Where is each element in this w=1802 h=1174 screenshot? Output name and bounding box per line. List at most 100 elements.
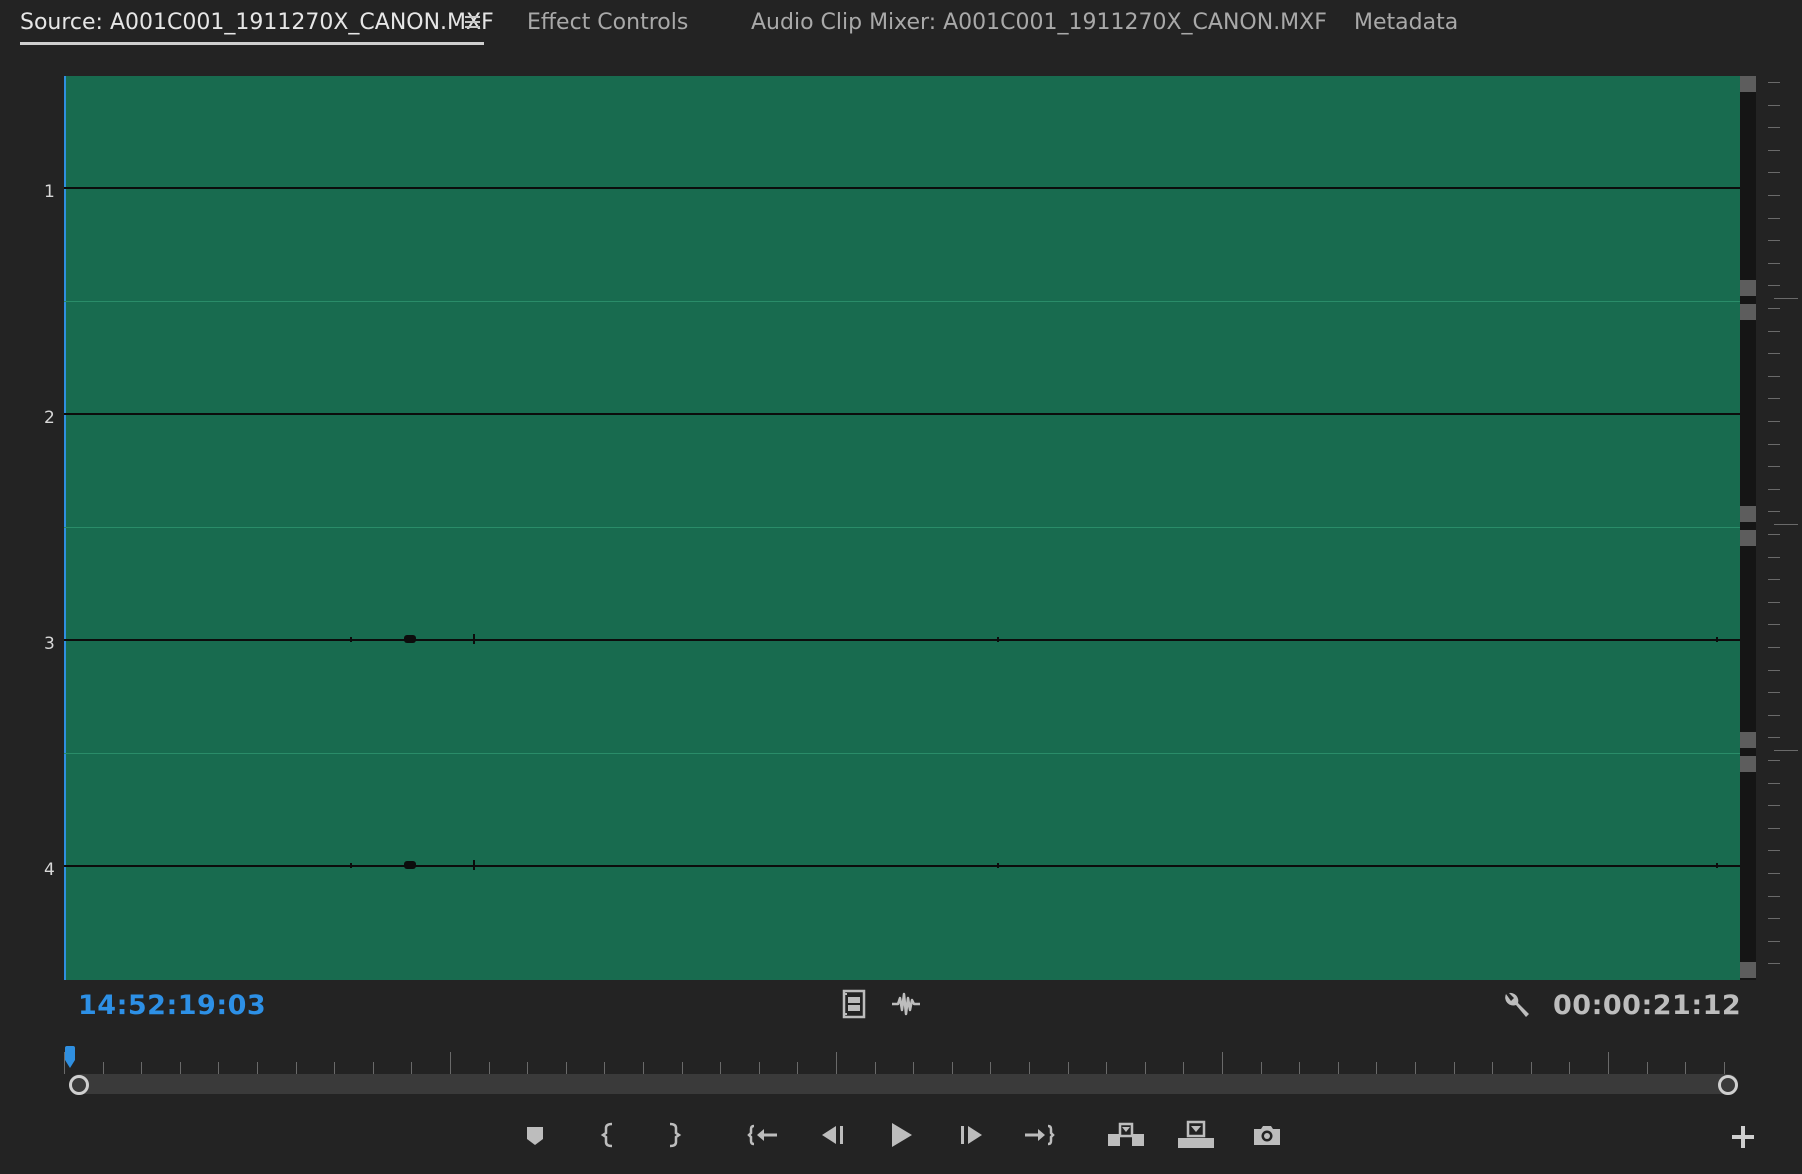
current-timecode[interactable]: 14:52:19:03 [78,990,266,1021]
ruler-tick [759,1062,760,1074]
channel-1-waveform [64,187,1740,189]
ruler-tick [1724,1062,1725,1074]
scale-tick [1768,376,1780,377]
time-ruler[interactable] [64,1044,1740,1074]
scale-tick [1768,331,1780,332]
scale-tick [1768,647,1780,648]
scale-tick [1768,466,1780,467]
overwrite-button[interactable] [1176,1118,1214,1152]
scale-tick [1768,511,1780,512]
mark-in-icon [600,1122,613,1148]
scale-tick [1768,195,1780,196]
scale-tick [1768,896,1780,897]
channel-divider [64,753,1740,754]
audio-waveform-display[interactable] [64,76,1740,980]
scale-tick [1768,850,1780,851]
add-marker-button[interactable] [518,1118,552,1152]
ruler-tick [952,1062,953,1074]
scale-tick [1774,298,1798,299]
waveform-peak [1716,637,1718,642]
vertical-zoom-scrollbar[interactable] [1740,76,1756,980]
export-frame-button[interactable] [1250,1118,1284,1152]
zoom-start-handle[interactable] [69,1075,89,1095]
go-to-out-button[interactable] [1022,1118,1056,1152]
ruler-tick [1531,1062,1532,1074]
scale-tick [1768,308,1780,309]
waveform-peak [997,637,999,642]
scale-tick [1768,737,1780,738]
scale-tick [1768,489,1780,490]
amplitude-scale [1756,76,1802,980]
ruler-tick [1569,1062,1570,1074]
hamburger-menu-icon[interactable] [464,13,482,31]
scale-tick [1768,873,1780,874]
scroll-handle[interactable] [1740,756,1756,772]
scale-tick [1768,783,1780,784]
step-forward-icon [961,1126,982,1144]
scroll-handle[interactable] [1740,530,1756,546]
insert-icon [1108,1122,1144,1146]
ruler-tick [527,1062,528,1074]
ruler-tick [141,1062,142,1074]
scale-tick [1768,624,1780,625]
waveform-peak [350,637,352,642]
scale-tick [1768,353,1780,354]
ruler-tick [720,1062,721,1074]
scale-tick [1768,398,1780,399]
scale-tick [1768,263,1780,264]
go-to-in-button[interactable] [746,1118,780,1152]
zoom-scroll-bar[interactable] [70,1074,1738,1094]
marker-icon [527,1127,543,1145]
ruler-tick [296,1062,297,1074]
audio-waveform-icon[interactable] [890,988,922,1020]
channel-labels: 1 2 3 4 [0,76,64,980]
ruler-tick [797,1062,798,1074]
channel-label: 2 [44,408,55,428]
insert-button[interactable] [1106,1118,1144,1152]
step-back-button[interactable] [816,1118,850,1152]
zoom-end-handle[interactable] [1718,1075,1738,1095]
scale-tick [1768,444,1780,445]
film-strip-icon[interactable] [838,988,870,1020]
tab-source[interactable]: Source: A001C001_1911270X_CANON.MXF [20,10,494,36]
mark-out-button[interactable] [656,1118,690,1152]
panel-tab-bar: Source: A001C001_1911270X_CANON.MXF Effe… [0,0,1802,46]
waveform-peak [473,860,475,870]
scroll-handle[interactable] [1740,506,1756,522]
scale-tick [1768,150,1780,151]
playhead-line [64,76,66,980]
ruler-tick [643,1062,644,1074]
play-button[interactable] [884,1118,918,1152]
tab-audio-clip-mixer[interactable]: Audio Clip Mixer: A001C001_1911270X_CANO… [751,10,1327,36]
channel-divider [64,301,1740,302]
ruler-tick [1454,1062,1455,1074]
scroll-handle[interactable] [1740,732,1756,748]
ruler-tick [836,1052,837,1074]
ruler-tick [1145,1062,1146,1074]
scale-tick [1768,941,1780,942]
scale-tick [1768,534,1780,535]
mark-in-button[interactable] [592,1118,626,1152]
wrench-icon[interactable] [1500,990,1532,1022]
channel-label: 1 [44,182,55,202]
scroll-handle[interactable] [1740,962,1756,978]
ruler-tick [1608,1052,1609,1074]
step-back-icon [822,1126,843,1144]
ruler-tick [1106,1062,1107,1074]
step-forward-button[interactable] [954,1118,988,1152]
source-monitor-panel: Source: A001C001_1911270X_CANON.MXF Effe… [0,0,1802,1174]
playhead-marker[interactable] [64,1046,75,1068]
tab-effect-controls[interactable]: Effect Controls [527,10,688,36]
plus-icon[interactable] [1728,1122,1758,1152]
scroll-handle[interactable] [1740,76,1756,92]
go-to-in-icon [747,1124,777,1146]
scroll-handle[interactable] [1740,280,1756,296]
scale-tick [1768,218,1780,219]
tab-metadata[interactable]: Metadata [1354,10,1458,36]
ruler-tick [218,1062,219,1074]
scroll-handle[interactable] [1740,304,1756,320]
ruler-tick [1183,1062,1184,1074]
ruler-tick [1685,1062,1686,1074]
ruler-tick [1376,1062,1377,1074]
scale-tick [1768,715,1780,716]
